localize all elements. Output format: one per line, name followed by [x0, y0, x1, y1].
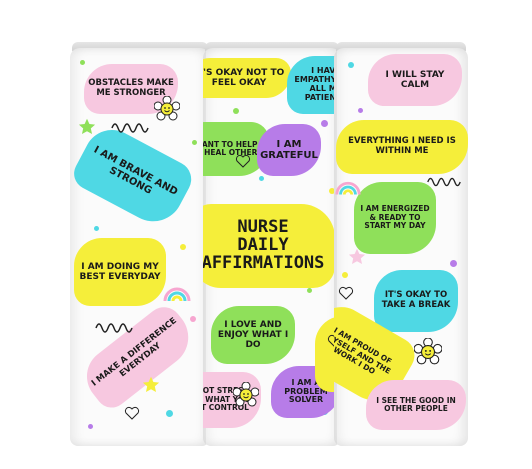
title-banner: NURSE DAILY AFFIRMATIONS — [203, 204, 335, 288]
confetti-dot — [307, 288, 312, 293]
confetti-dot — [88, 424, 93, 429]
affirmation-text: I LOVE AND ENJOY WHAT I DO — [217, 319, 289, 351]
left-tumbler: OBSTACLES MAKE ME STRONGER I AM BRAVE AN… — [70, 48, 210, 446]
affirmation-text: I AM DOING MY BEST EVERYDAY — [79, 261, 161, 282]
affirmation-text: I AM GRATEFUL — [260, 138, 318, 161]
affirmation-doing-best: I AM DOING MY BEST EVERYDAY — [74, 238, 166, 306]
star-icon — [348, 248, 366, 265]
product-mockup: OBSTACLES MAKE ME STRONGER I AM BRAVE AN… — [0, 0, 532, 469]
confetti-dot — [180, 244, 186, 250]
right-tumbler: I WILL STAY CALM EVERYTHING I NEED IS WI… — [334, 48, 468, 446]
confetti-dot — [259, 176, 264, 181]
smiley-daisy-icon — [414, 338, 442, 365]
middle-tumbler: IT'S OKAY NOT TO FEEL OKAY I HAVE EMPATH… — [203, 48, 341, 446]
smiley-daisy-icon — [154, 96, 180, 121]
affirmation-text: I WANT TO HELP AND HEAL OTHERS — [203, 139, 263, 157]
affirmation-okay-not-ok: IT'S OKAY NOT TO FEEL OKAY — [203, 58, 291, 98]
confetti-dot — [80, 60, 85, 65]
affirmation-within-me: EVERYTHING I NEED IS WITHIN ME — [336, 120, 468, 174]
affirmation-text: IT'S OKAY TO TAKE A BREAK — [381, 290, 451, 310]
confetti-dot — [190, 316, 196, 322]
confetti-dot — [321, 120, 328, 127]
affirmation-text: I SEE THE GOOD IN OTHER PEOPLE — [376, 395, 456, 413]
affirmation-text: I WILL STAY CALM — [385, 69, 445, 90]
affirmation-text: I AM BRAVE AND STRONG — [91, 144, 180, 198]
confetti-dot — [348, 62, 354, 68]
confetti-dot — [94, 226, 99, 231]
confetti-dot — [450, 260, 457, 267]
smiley-daisy-icon — [233, 382, 259, 407]
affirmation-stay-calm: I WILL STAY CALM — [368, 54, 462, 106]
affirmation-grateful: I AM GRATEFUL — [257, 124, 321, 176]
squiggle-icon — [95, 323, 133, 333]
heart-outline-icon — [235, 154, 251, 168]
tumbler-seam — [334, 48, 337, 446]
confetti-dot — [342, 272, 348, 278]
affirmation-difference: I MAKE A DIFFERENCE EVERYDAY — [75, 300, 201, 414]
affirmation-text: EVERYTHING I NEED IS WITHIN ME — [348, 136, 456, 156]
squiggle-icon — [427, 177, 461, 187]
affirmation-text: I AM ENERGIZED & READY TO START MY DAY — [360, 204, 430, 231]
title-line: AFFIRMATIONS — [203, 252, 325, 273]
confetti-dot — [166, 410, 173, 417]
rainbow-icon — [335, 181, 361, 195]
affirmation-take-break: IT'S OKAY TO TAKE A BREAK — [374, 270, 458, 332]
star-icon — [142, 376, 160, 393]
heart-outline-icon — [124, 406, 140, 420]
affirmation-text: IT'S OKAY NOT TO FEEL OKAY — [203, 67, 285, 88]
heart-outline-icon — [338, 286, 354, 300]
star-icon — [78, 118, 96, 135]
confetti-dot — [358, 108, 363, 113]
affirmation-empathy: I HAVE EMPATHY FOR ALL MY PATIENTS — [287, 56, 341, 114]
confetti-dot — [192, 140, 197, 145]
affirmation-see-good: I SEE THE GOOD IN OTHER PEOPLE — [366, 380, 466, 430]
affirmation-love-job: I LOVE AND ENJOY WHAT I DO — [211, 306, 295, 364]
affirmation-brave: I AM BRAVE AND STRONG — [70, 120, 198, 232]
confetti-dot — [233, 108, 239, 114]
affirmation-energized: I AM ENERGIZED & READY TO START MY DAY — [354, 182, 436, 254]
title: NURSE DAILY AFFIRMATIONS — [203, 218, 325, 273]
squiggle-icon — [111, 123, 149, 133]
rainbow-icon — [163, 287, 191, 302]
